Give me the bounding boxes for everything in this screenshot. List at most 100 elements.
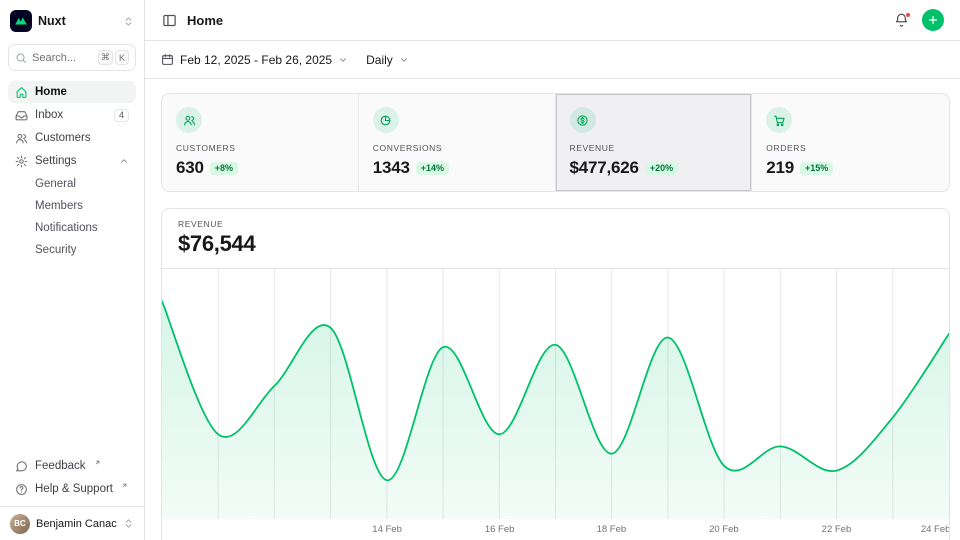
kbd-k: K — [115, 50, 129, 65]
external-link-icon — [121, 482, 128, 489]
stat-delta-badge: +14% — [416, 162, 449, 175]
sidebar-item-customers[interactable]: Customers — [8, 127, 136, 149]
panel-left-icon — [162, 13, 177, 28]
gear-icon — [15, 155, 28, 168]
x-axis-label: 24 Feb — [921, 524, 950, 535]
stat-card-revenue[interactable]: REVENUE $477,626 +20% — [556, 94, 753, 191]
stat-value: $477,626 — [570, 158, 639, 178]
chevron-down-icon — [338, 55, 348, 65]
stat-label: CONVERSIONS — [373, 143, 541, 153]
sidebar-item-label: General — [35, 178, 76, 190]
sidebar-item-label: Notifications — [35, 222, 98, 234]
kbd-meta: ⌘ — [98, 50, 113, 65]
chevrons-up-down-icon — [123, 16, 134, 27]
stat-value: 630 — [176, 158, 204, 178]
period-select[interactable]: Daily — [366, 53, 409, 67]
sidebar-item-label: Members — [35, 200, 83, 212]
stat-delta-badge: +20% — [645, 162, 678, 175]
stat-delta-badge: +8% — [210, 162, 238, 175]
help-circle-icon — [15, 483, 28, 496]
workspace-selector[interactable]: Nuxt — [0, 0, 144, 42]
stat-label: CUSTOMERS — [176, 143, 344, 153]
sidebar-item-feedback[interactable]: Feedback — [8, 455, 136, 477]
notifications-button[interactable] — [893, 12, 910, 29]
date-range-value: Feb 12, 2025 - Feb 26, 2025 — [180, 53, 332, 67]
x-axis-label: 16 Feb — [485, 524, 515, 535]
date-range-picker[interactable]: Feb 12, 2025 - Feb 26, 2025 — [161, 53, 348, 67]
user-name: Benjamin Canac — [36, 518, 117, 530]
sidebar: Nuxt Search... ⌘ K Home — [0, 0, 145, 540]
avatar: BC — [10, 514, 30, 534]
settings-submenu: General Members Notifications Security — [8, 173, 136, 261]
search-icon — [15, 52, 27, 64]
filter-toolbar: Feb 12, 2025 - Feb 26, 2025 Daily — [145, 41, 960, 79]
sidebar-item-security[interactable]: Security — [8, 239, 136, 261]
sidebar-item-label: Security — [35, 244, 77, 256]
add-button[interactable] — [922, 9, 944, 31]
chart-pie-icon — [373, 107, 399, 133]
chart-current-value: $76,544 — [178, 231, 933, 257]
stat-value: 1343 — [373, 158, 410, 178]
stat-label: REVENUE — [570, 143, 738, 153]
chevron-down-icon — [399, 55, 409, 65]
user-menu[interactable]: BC Benjamin Canac — [0, 506, 144, 540]
sidebar-item-label: Home — [35, 86, 67, 98]
sidebar-collapse-button[interactable] — [161, 12, 178, 29]
sidebar-footer-nav: Feedback Help & Support — [0, 455, 144, 506]
x-axis-labels: 14 Feb 16 Feb 18 Feb 20 Feb 22 Feb 24 Feb — [162, 519, 949, 540]
inbox-icon — [15, 109, 28, 122]
sidebar-spacer — [0, 261, 144, 455]
search-input[interactable]: Search... ⌘ K — [8, 44, 136, 71]
home-icon — [15, 86, 28, 99]
x-axis-label: 20 Feb — [709, 524, 739, 535]
sidebar-item-label: Customers — [35, 132, 91, 144]
shopping-cart-icon — [766, 107, 792, 133]
sidebar-item-label: Settings — [35, 155, 77, 167]
chart-title: REVENUE — [178, 219, 933, 229]
sidebar-item-help-support[interactable]: Help & Support — [8, 478, 136, 500]
sidebar-item-home[interactable]: Home — [8, 81, 136, 103]
revenue-chart-card: REVENUE $76,544 14 Feb16 — [161, 208, 950, 540]
stat-label: ORDERS — [766, 143, 935, 153]
workspace-name: Nuxt — [38, 14, 66, 28]
stat-card-orders[interactable]: ORDERS 219 +15% — [752, 94, 949, 191]
sidebar-item-label: Feedback — [35, 460, 86, 472]
x-axis-label: 18 Feb — [597, 524, 627, 535]
period-value: Daily — [366, 53, 393, 67]
search-shortcut: ⌘ K — [98, 50, 129, 65]
chevrons-up-down-icon — [123, 518, 134, 529]
circle-dollar-icon — [570, 107, 596, 133]
notification-dot — [905, 12, 911, 18]
sidebar-item-label: Inbox — [35, 109, 63, 121]
x-axis-label: 14 Feb — [372, 524, 402, 535]
chart-plot-area[interactable]: 14 Feb 16 Feb 18 Feb 20 Feb 22 Feb 24 Feb — [162, 269, 949, 540]
main-area: Home Feb 12, 2 — [145, 0, 960, 540]
chevron-up-icon — [119, 156, 129, 166]
chart-header: REVENUE $76,544 — [162, 209, 949, 269]
sidebar-item-general[interactable]: General — [8, 173, 136, 195]
sidebar-item-settings[interactable]: Settings — [8, 150, 136, 172]
app-window: Nuxt Search... ⌘ K Home — [0, 0, 960, 540]
stat-card-conversions[interactable]: CONVERSIONS 1343 +14% — [359, 94, 556, 191]
stat-card-customers[interactable]: CUSTOMERS 630 +8% — [162, 94, 359, 191]
x-axis-label: 22 Feb — [822, 524, 852, 535]
stats-row: CUSTOMERS 630 +8% CONVERSIONS 1343 +14% — [161, 93, 950, 192]
external-link-icon — [94, 459, 101, 466]
revenue-chart-svg — [162, 269, 949, 519]
page-title: Home — [187, 13, 223, 28]
inbox-count-badge: 4 — [114, 109, 129, 122]
sidebar-item-notifications[interactable]: Notifications — [8, 217, 136, 239]
stat-delta-badge: +15% — [800, 162, 833, 175]
sidebar-item-members[interactable]: Members — [8, 195, 136, 217]
sidebar-nav: Home Inbox 4 Customers Settings — [0, 81, 144, 261]
message-circle-icon — [15, 460, 28, 473]
search-placeholder: Search... — [32, 52, 76, 64]
users-icon — [15, 132, 28, 145]
page-header: Home — [145, 0, 960, 41]
sidebar-item-inbox[interactable]: Inbox 4 — [8, 104, 136, 126]
dashboard-content: CUSTOMERS 630 +8% CONVERSIONS 1343 +14% — [145, 79, 960, 540]
nuxt-logo — [10, 10, 32, 32]
stat-value: 219 — [766, 158, 794, 178]
calendar-icon — [161, 53, 174, 66]
sidebar-item-label: Help & Support — [35, 483, 113, 495]
